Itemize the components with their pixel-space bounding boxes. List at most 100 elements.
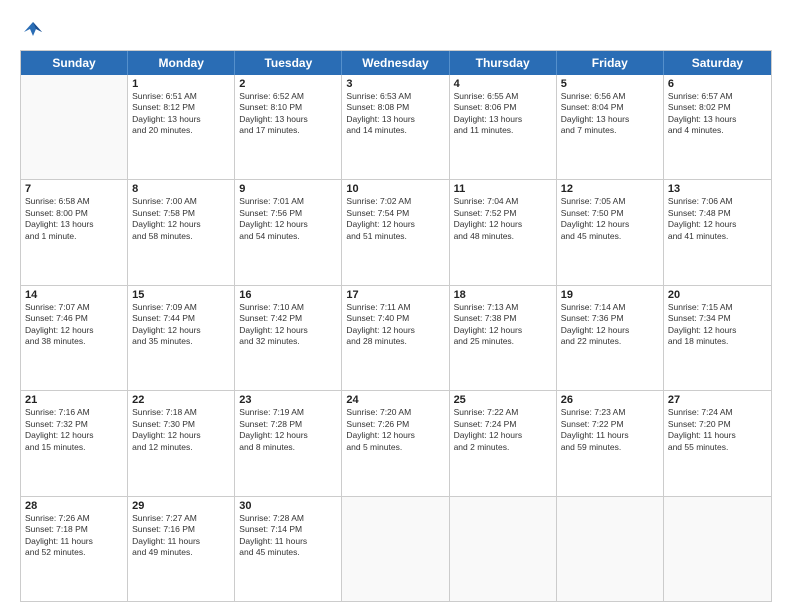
day-info: Sunrise: 7:00 AM Sunset: 7:58 PM Dayligh… <box>132 196 230 242</box>
calendar-cell-r2-c2: 16Sunrise: 7:10 AM Sunset: 7:42 PM Dayli… <box>235 286 342 390</box>
day-info: Sunrise: 6:55 AM Sunset: 8:06 PM Dayligh… <box>454 91 552 137</box>
day-info: Sunrise: 7:19 AM Sunset: 7:28 PM Dayligh… <box>239 407 337 453</box>
calendar-cell-r3-c2: 23Sunrise: 7:19 AM Sunset: 7:28 PM Dayli… <box>235 391 342 495</box>
day-info: Sunrise: 6:51 AM Sunset: 8:12 PM Dayligh… <box>132 91 230 137</box>
day-info: Sunrise: 6:52 AM Sunset: 8:10 PM Dayligh… <box>239 91 337 137</box>
calendar-cell-r3-c0: 21Sunrise: 7:16 AM Sunset: 7:32 PM Dayli… <box>21 391 128 495</box>
calendar-cell-r2-c0: 14Sunrise: 7:07 AM Sunset: 7:46 PM Dayli… <box>21 286 128 390</box>
day-number: 24 <box>346 394 444 406</box>
day-number: 5 <box>561 78 659 90</box>
page: SundayMondayTuesdayWednesdayThursdayFrid… <box>0 0 792 612</box>
day-number: 15 <box>132 289 230 301</box>
day-number: 12 <box>561 183 659 195</box>
calendar-cell-r4-c2: 30Sunrise: 7:28 AM Sunset: 7:14 PM Dayli… <box>235 497 342 601</box>
day-number: 25 <box>454 394 552 406</box>
calendar-cell-r4-c5 <box>557 497 664 601</box>
day-number: 28 <box>25 500 123 512</box>
day-number: 6 <box>668 78 767 90</box>
day-info: Sunrise: 6:58 AM Sunset: 8:00 PM Dayligh… <box>25 196 123 242</box>
day-number: 21 <box>25 394 123 406</box>
day-number: 9 <box>239 183 337 195</box>
day-number: 20 <box>668 289 767 301</box>
day-info: Sunrise: 7:05 AM Sunset: 7:50 PM Dayligh… <box>561 196 659 242</box>
header-day-thursday: Thursday <box>450 51 557 75</box>
calendar-cell-r0-c1: 1Sunrise: 6:51 AM Sunset: 8:12 PM Daylig… <box>128 75 235 179</box>
day-number: 16 <box>239 289 337 301</box>
calendar-cell-r4-c3 <box>342 497 449 601</box>
day-info: Sunrise: 7:28 AM Sunset: 7:14 PM Dayligh… <box>239 513 337 559</box>
calendar-cell-r3-c5: 26Sunrise: 7:23 AM Sunset: 7:22 PM Dayli… <box>557 391 664 495</box>
calendar: SundayMondayTuesdayWednesdayThursdayFrid… <box>20 50 772 602</box>
day-info: Sunrise: 7:23 AM Sunset: 7:22 PM Dayligh… <box>561 407 659 453</box>
logo <box>20 18 44 40</box>
calendar-cell-r2-c5: 19Sunrise: 7:14 AM Sunset: 7:36 PM Dayli… <box>557 286 664 390</box>
day-number: 14 <box>25 289 123 301</box>
day-info: Sunrise: 6:53 AM Sunset: 8:08 PM Dayligh… <box>346 91 444 137</box>
day-info: Sunrise: 7:27 AM Sunset: 7:16 PM Dayligh… <box>132 513 230 559</box>
day-number: 3 <box>346 78 444 90</box>
calendar-row-0: 1Sunrise: 6:51 AM Sunset: 8:12 PM Daylig… <box>21 75 771 180</box>
day-number: 2 <box>239 78 337 90</box>
calendar-cell-r1-c6: 13Sunrise: 7:06 AM Sunset: 7:48 PM Dayli… <box>664 180 771 284</box>
day-info: Sunrise: 7:11 AM Sunset: 7:40 PM Dayligh… <box>346 302 444 348</box>
calendar-cell-r1-c4: 11Sunrise: 7:04 AM Sunset: 7:52 PM Dayli… <box>450 180 557 284</box>
day-info: Sunrise: 6:56 AM Sunset: 8:04 PM Dayligh… <box>561 91 659 137</box>
day-number: 18 <box>454 289 552 301</box>
day-info: Sunrise: 7:15 AM Sunset: 7:34 PM Dayligh… <box>668 302 767 348</box>
day-info: Sunrise: 7:20 AM Sunset: 7:26 PM Dayligh… <box>346 407 444 453</box>
day-info: Sunrise: 7:07 AM Sunset: 7:46 PM Dayligh… <box>25 302 123 348</box>
header <box>20 18 772 40</box>
header-day-wednesday: Wednesday <box>342 51 449 75</box>
day-number: 7 <box>25 183 123 195</box>
calendar-cell-r4-c6 <box>664 497 771 601</box>
header-day-sunday: Sunday <box>21 51 128 75</box>
calendar-cell-r1-c5: 12Sunrise: 7:05 AM Sunset: 7:50 PM Dayli… <box>557 180 664 284</box>
calendar-cell-r0-c4: 4Sunrise: 6:55 AM Sunset: 8:06 PM Daylig… <box>450 75 557 179</box>
day-number: 11 <box>454 183 552 195</box>
day-info: Sunrise: 7:10 AM Sunset: 7:42 PM Dayligh… <box>239 302 337 348</box>
day-number: 19 <box>561 289 659 301</box>
day-info: Sunrise: 7:04 AM Sunset: 7:52 PM Dayligh… <box>454 196 552 242</box>
calendar-cell-r0-c5: 5Sunrise: 6:56 AM Sunset: 8:04 PM Daylig… <box>557 75 664 179</box>
day-info: Sunrise: 7:18 AM Sunset: 7:30 PM Dayligh… <box>132 407 230 453</box>
calendar-cell-r1-c2: 9Sunrise: 7:01 AM Sunset: 7:56 PM Daylig… <box>235 180 342 284</box>
day-info: Sunrise: 7:02 AM Sunset: 7:54 PM Dayligh… <box>346 196 444 242</box>
calendar-cell-r3-c6: 27Sunrise: 7:24 AM Sunset: 7:20 PM Dayli… <box>664 391 771 495</box>
day-info: Sunrise: 7:09 AM Sunset: 7:44 PM Dayligh… <box>132 302 230 348</box>
day-number: 30 <box>239 500 337 512</box>
calendar-cell-r3-c1: 22Sunrise: 7:18 AM Sunset: 7:30 PM Dayli… <box>128 391 235 495</box>
day-info: Sunrise: 7:01 AM Sunset: 7:56 PM Dayligh… <box>239 196 337 242</box>
header-day-monday: Monday <box>128 51 235 75</box>
logo-bird-icon <box>22 18 44 40</box>
calendar-cell-r4-c1: 29Sunrise: 7:27 AM Sunset: 7:16 PM Dayli… <box>128 497 235 601</box>
day-number: 17 <box>346 289 444 301</box>
day-info: Sunrise: 7:16 AM Sunset: 7:32 PM Dayligh… <box>25 407 123 453</box>
calendar-header-row: SundayMondayTuesdayWednesdayThursdayFrid… <box>21 51 771 75</box>
calendar-cell-r2-c6: 20Sunrise: 7:15 AM Sunset: 7:34 PM Dayli… <box>664 286 771 390</box>
day-info: Sunrise: 7:22 AM Sunset: 7:24 PM Dayligh… <box>454 407 552 453</box>
calendar-row-4: 28Sunrise: 7:26 AM Sunset: 7:18 PM Dayli… <box>21 497 771 601</box>
day-number: 27 <box>668 394 767 406</box>
day-number: 29 <box>132 500 230 512</box>
day-info: Sunrise: 7:13 AM Sunset: 7:38 PM Dayligh… <box>454 302 552 348</box>
day-number: 4 <box>454 78 552 90</box>
calendar-cell-r0-c0 <box>21 75 128 179</box>
day-info: Sunrise: 7:14 AM Sunset: 7:36 PM Dayligh… <box>561 302 659 348</box>
calendar-cell-r2-c4: 18Sunrise: 7:13 AM Sunset: 7:38 PM Dayli… <box>450 286 557 390</box>
calendar-cell-r4-c4 <box>450 497 557 601</box>
calendar-cell-r2-c3: 17Sunrise: 7:11 AM Sunset: 7:40 PM Dayli… <box>342 286 449 390</box>
calendar-cell-r0-c6: 6Sunrise: 6:57 AM Sunset: 8:02 PM Daylig… <box>664 75 771 179</box>
calendar-cell-r0-c2: 2Sunrise: 6:52 AM Sunset: 8:10 PM Daylig… <box>235 75 342 179</box>
day-info: Sunrise: 6:57 AM Sunset: 8:02 PM Dayligh… <box>668 91 767 137</box>
calendar-cell-r0-c3: 3Sunrise: 6:53 AM Sunset: 8:08 PM Daylig… <box>342 75 449 179</box>
day-number: 22 <box>132 394 230 406</box>
calendar-cell-r1-c1: 8Sunrise: 7:00 AM Sunset: 7:58 PM Daylig… <box>128 180 235 284</box>
calendar-row-2: 14Sunrise: 7:07 AM Sunset: 7:46 PM Dayli… <box>21 286 771 391</box>
header-day-tuesday: Tuesday <box>235 51 342 75</box>
calendar-cell-r2-c1: 15Sunrise: 7:09 AM Sunset: 7:44 PM Dayli… <box>128 286 235 390</box>
calendar-body: 1Sunrise: 6:51 AM Sunset: 8:12 PM Daylig… <box>21 75 771 601</box>
day-info: Sunrise: 7:26 AM Sunset: 7:18 PM Dayligh… <box>25 513 123 559</box>
day-number: 10 <box>346 183 444 195</box>
calendar-cell-r1-c3: 10Sunrise: 7:02 AM Sunset: 7:54 PM Dayli… <box>342 180 449 284</box>
day-number: 8 <box>132 183 230 195</box>
